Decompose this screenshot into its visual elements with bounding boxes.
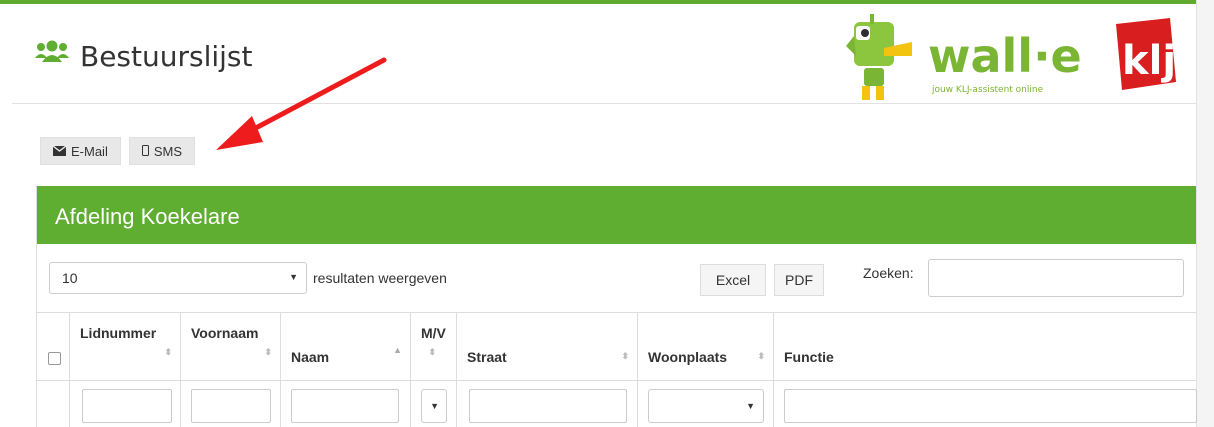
page: Bestuurslijst wall·e jouw KLJ-assistent …	[0, 0, 1214, 427]
arrow-annotation	[216, 57, 387, 150]
